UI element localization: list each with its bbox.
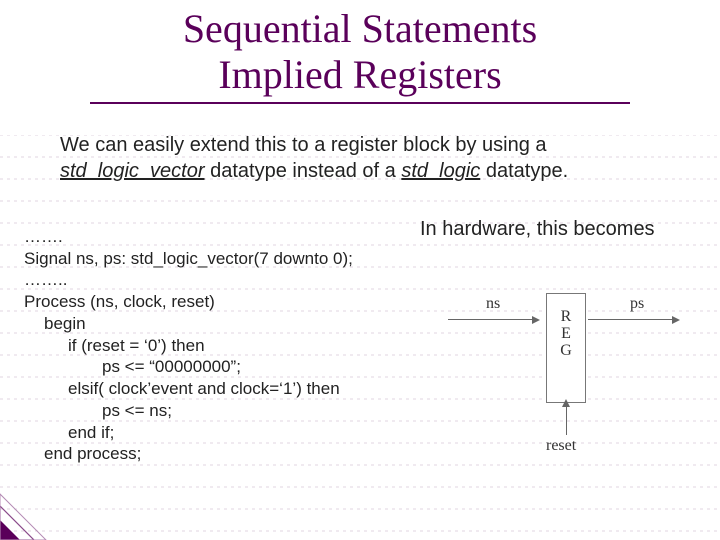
diagram-reset-label: reset bbox=[546, 437, 576, 455]
diagram-reg-e: E bbox=[561, 325, 571, 342]
code-l3: Process (ns, clock, reset) bbox=[24, 292, 215, 311]
diagram-ps-label: ps bbox=[630, 295, 644, 313]
title-underline bbox=[90, 102, 630, 104]
register-diagram: ns R E G ps reset bbox=[438, 265, 698, 465]
intro-paragraph: We can easily extend this to a register … bbox=[60, 132, 672, 184]
title-line-1: Sequential Statements bbox=[0, 6, 720, 52]
intro-type2: std_logic bbox=[401, 160, 480, 182]
intro-mid: datatype instead of a bbox=[205, 160, 402, 182]
code-l1: Signal ns, ps: std_logic_vector(7 downto… bbox=[24, 249, 353, 268]
title-line-2: Implied Registers bbox=[0, 52, 720, 98]
slide-title: Sequential Statements Implied Registers bbox=[0, 0, 720, 104]
diagram-ns-label: ns bbox=[486, 295, 500, 313]
code-l2: …….. bbox=[24, 270, 67, 289]
diagram-ns-arrow bbox=[448, 319, 538, 320]
diagram-ps-arrow bbox=[588, 319, 678, 320]
diagram-reg-label: R E G bbox=[556, 309, 576, 359]
intro-type1: std_logic_vector bbox=[60, 160, 205, 182]
diagram-reg-g: G bbox=[560, 342, 572, 359]
intro-pre: We can easily extend this to a register … bbox=[60, 134, 547, 156]
code-l0: ……. bbox=[24, 227, 63, 246]
intro-post: datatype. bbox=[480, 160, 568, 182]
slide: Sequential Statements Implied Registers … bbox=[0, 0, 720, 540]
corner-accent-icon bbox=[0, 484, 56, 540]
diagram-reg-r: R bbox=[561, 308, 572, 325]
diagram-reset-line bbox=[566, 405, 567, 435]
